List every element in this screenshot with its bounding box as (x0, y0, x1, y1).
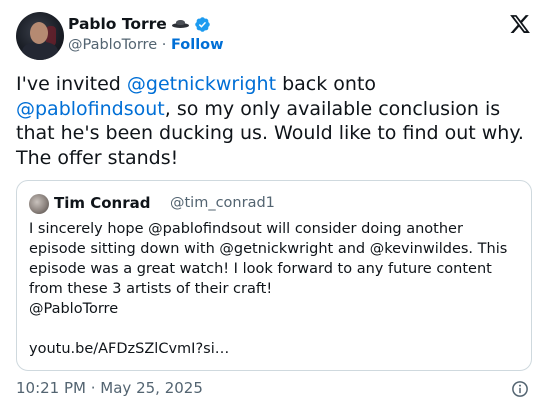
separator-dot: · (161, 37, 167, 53)
author-name-row[interactable]: Pablo Torre (68, 15, 211, 33)
tweet-embed-card: Pablo Torre @PabloTorre · Follow I've in… (0, 0, 548, 408)
tweet-text-part: I've invited (16, 73, 127, 95)
verified-badge-icon (195, 16, 210, 32)
author-name[interactable]: Pablo Torre (68, 15, 167, 33)
author-handle[interactable]: @PabloTorre (68, 37, 157, 53)
follow-button[interactable]: Follow (171, 37, 224, 53)
quoted-tweet-text: I sincerely hope @pablofindsout will con… (29, 221, 508, 357)
quoted-author-handle[interactable]: @tim_conrad1 (170, 195, 275, 211)
x-logo-icon[interactable] (509, 13, 531, 35)
author-avatar[interactable] (16, 12, 64, 60)
quoted-tweet[interactable]: Tim Conrad @tim_conrad1 I sincerely hope… (16, 180, 532, 371)
tweet-timestamp[interactable]: 10:21 PM · May 25, 2025 (16, 379, 203, 397)
mention-link[interactable]: @pablofindsout (16, 98, 165, 120)
quoted-author-avatar[interactable] (29, 194, 49, 214)
tweet-text: I've invited @getnickwright back onto @p… (16, 72, 536, 170)
quoted-author-name[interactable]: Tim Conrad (54, 194, 150, 212)
author-handle-line: @PabloTorre · Follow (68, 37, 224, 53)
info-icon[interactable] (511, 380, 529, 398)
tweet-text-part: back onto (276, 73, 377, 95)
mention-link[interactable]: @getnickwright (127, 73, 276, 95)
hat-emoji-icon (171, 19, 189, 29)
